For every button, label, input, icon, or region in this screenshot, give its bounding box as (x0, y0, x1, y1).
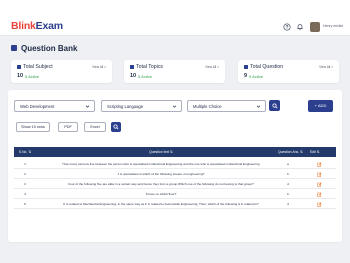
cell-question: K is related to Mechanical Engineering, … (63, 202, 259, 206)
cell-sno: 5 (24, 202, 26, 206)
table-row: 5 K is related to Mechanical Engineering… (14, 199, 336, 209)
cell-answer: a (287, 162, 289, 166)
show-rows-button[interactable]: Show 10 rows (16, 122, 50, 132)
edit-icon[interactable] (317, 172, 322, 177)
subject-select-value: Web Development (20, 104, 55, 109)
stat-title-label: Total Topics (136, 64, 164, 70)
col-question[interactable]: Question text ⇅ (44, 150, 278, 154)
table-row: 3 Four of the following five are alike i… (14, 179, 336, 189)
brand-logo[interactable]: BlinkExam (11, 20, 63, 32)
stat-title: Total Topics (130, 64, 163, 70)
cell-answer: d (287, 182, 289, 186)
edit-icon[interactable] (317, 182, 322, 187)
view-all-link[interactable]: View All > (205, 65, 219, 69)
table-header: S.No. ⇅ Question text ⇅ Question Ans. ⇅ … (14, 147, 336, 157)
stat-active: 5 Active (25, 74, 40, 79)
brand-logo-part2: Exam (35, 20, 63, 32)
cell-answer: b (287, 192, 289, 196)
stat-active: 9 Active (249, 74, 264, 79)
topics-icon (130, 65, 134, 69)
cell-sno: 2 (24, 172, 26, 176)
filter-search-button[interactable] (269, 100, 280, 111)
edit-icon[interactable] (317, 202, 322, 207)
cell-sno: 1 (24, 162, 26, 166)
add-question-button[interactable]: + ADD (308, 100, 333, 112)
table-row: 2 J is specialised in which of the follo… (14, 169, 336, 179)
excel-export-button[interactable]: Excel (84, 122, 106, 132)
user-name[interactable]: Henry mickle (323, 24, 343, 28)
subject-select[interactable]: Web Development (14, 100, 95, 112)
view-all-link[interactable]: View All > (92, 65, 106, 69)
pdf-export-button[interactable]: PDF (58, 122, 78, 132)
search-icon (113, 124, 119, 130)
stat-title-label: Total Question (250, 64, 284, 70)
question-type-select[interactable]: Multiple Choice (187, 100, 266, 112)
edit-icon[interactable] (317, 162, 322, 167)
stat-count: 10 (17, 73, 24, 79)
cell-answer: d (287, 202, 289, 206)
cell-question: S lives on which floor? (145, 192, 177, 196)
chevron-down-icon (256, 105, 261, 108)
col-answer[interactable]: Question Ans. ⇅ (278, 150, 303, 154)
questions-icon (244, 65, 248, 69)
page-title-wrap: Question Bank (11, 43, 77, 53)
col-edit[interactable]: Edit ⇅ (310, 150, 320, 154)
question-type-select-value: Multiple Choice (193, 104, 222, 109)
table-row: 1 How many persons live between the pers… (14, 159, 336, 169)
bell-icon[interactable] (296, 23, 304, 31)
table-search-button[interactable] (111, 122, 121, 132)
cell-question: Four of the following five are alike in … (68, 182, 254, 186)
stat-card-questions: Total Question View All > 9 9 Active (238, 60, 339, 83)
user-avatar[interactable] (310, 22, 320, 32)
cell-sno: 3 (24, 182, 26, 186)
stat-title: Total Question (244, 64, 283, 70)
stat-active: 5 Active (138, 74, 153, 79)
cell-question: J is specialised in which of the followi… (117, 172, 205, 176)
view-all-link[interactable]: View All > (319, 65, 333, 69)
cell-sno: 4 (24, 192, 26, 196)
edit-icon[interactable] (317, 192, 322, 197)
topic-select-value: Scripting Language (107, 104, 144, 109)
cell-question: How many persons live between the person… (62, 162, 260, 166)
stat-count: 9 (244, 73, 248, 79)
stat-title-label: Total Subject (23, 64, 53, 70)
stat-count: 10 (130, 73, 137, 79)
subject-icon (17, 65, 21, 69)
stat-card-subject: Total Subject View All > 10 5 Active (11, 60, 112, 83)
col-sno[interactable]: S.No. ⇅ (14, 150, 36, 154)
page-title: Question Bank (21, 43, 78, 53)
top-bar: BlinkExam Henry mickle (0, 0, 350, 36)
chevron-down-icon (172, 105, 177, 108)
help-icon[interactable] (283, 23, 291, 31)
search-icon (271, 102, 278, 109)
stat-title: Total Subject (17, 64, 53, 70)
topic-select[interactable]: Scripting Language (101, 100, 182, 112)
question-bank-icon (11, 45, 17, 51)
stat-card-topics: Total Topics View All > 10 5 Active (124, 60, 225, 83)
table-row: 4 S lives on which floor? b (14, 189, 336, 199)
brand-logo-part1: Blink (11, 20, 36, 32)
chevron-down-icon (85, 105, 90, 108)
cell-answer: b (287, 172, 289, 176)
